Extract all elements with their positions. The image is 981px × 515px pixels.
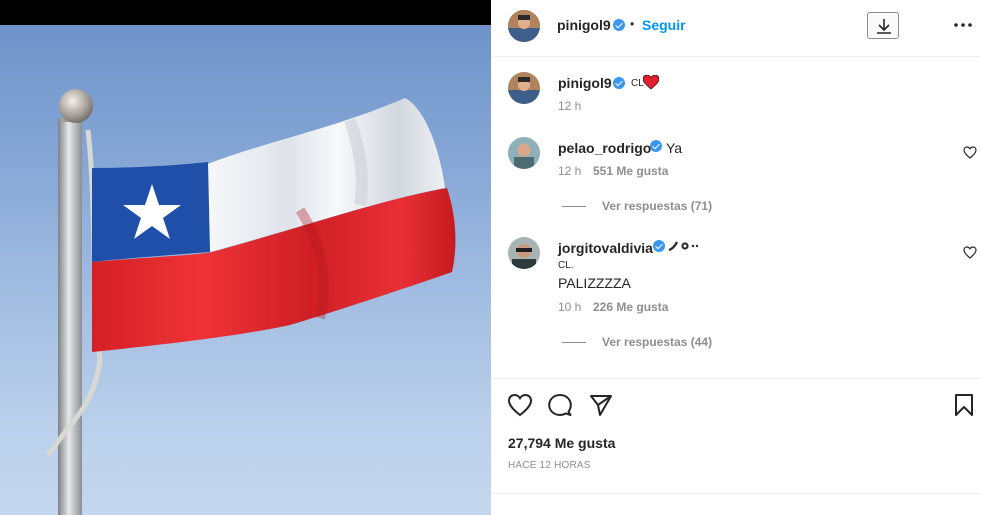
share-icon xyxy=(590,395,612,416)
verified-badge-icon xyxy=(613,19,625,31)
comment-username[interactable]: jorgitovaldivia xyxy=(558,240,653,256)
verified-badge-icon xyxy=(653,240,665,252)
comment-time[interactable]: 10 h xyxy=(558,300,581,314)
comment-button[interactable] xyxy=(547,393,573,417)
comment-like-heart-icon[interactable] xyxy=(963,146,977,159)
comment-text: Ya xyxy=(666,140,683,156)
download-button[interactable] xyxy=(867,12,899,39)
post-details-panel: pinigol9 • Seguir pinigol9 CL 12 h pelao… xyxy=(491,0,981,515)
bookmark-icon xyxy=(955,394,973,416)
header-username[interactable]: pinigol9 xyxy=(557,17,611,33)
comment-username[interactable]: pelao_rodrigo xyxy=(558,140,651,156)
view-replies-button[interactable]: Ver respuestas (44) xyxy=(602,335,712,349)
avatar-photo xyxy=(508,137,540,169)
footer-divider xyxy=(491,493,981,494)
actions-divider xyxy=(491,378,981,379)
chile-flag-illustration xyxy=(45,89,456,515)
verified-badge-icon xyxy=(650,140,662,152)
caption-username[interactable]: pinigol9 xyxy=(558,75,612,91)
header-separator: • xyxy=(630,17,635,31)
comment-likes[interactable]: 551 Me gusta xyxy=(593,164,668,178)
download-icon xyxy=(877,19,891,34)
save-button[interactable] xyxy=(953,393,975,417)
caption-avatar[interactable] xyxy=(508,72,540,104)
comment-likes[interactable]: 226 Me gusta xyxy=(593,300,668,314)
red-heart-emoji-icon xyxy=(643,75,659,90)
caption-text: CL xyxy=(631,78,644,89)
post-likes-count[interactable]: 27,794 Me gusta xyxy=(508,435,615,451)
more-options-icon xyxy=(954,23,972,27)
replies-line xyxy=(562,206,586,207)
comment-time[interactable]: 12 h xyxy=(558,164,581,178)
comment-avatar-pelao[interactable] xyxy=(508,137,540,169)
avatar-photo xyxy=(508,237,540,269)
emoji-pepper-eyes-icon xyxy=(668,241,698,252)
comment-prefix-text: CL. xyxy=(558,260,574,271)
author-avatar[interactable] xyxy=(508,10,540,42)
like-button[interactable] xyxy=(507,393,533,417)
more-options-button[interactable] xyxy=(951,15,975,35)
header-divider xyxy=(491,56,981,57)
avatar-photo xyxy=(508,72,540,104)
post-image[interactable] xyxy=(0,0,491,515)
share-button[interactable] xyxy=(588,393,614,417)
replies-line xyxy=(562,342,586,343)
post-date[interactable]: HACE 12 HORAS xyxy=(508,460,591,471)
view-replies-button[interactable]: Ver respuestas (71) xyxy=(602,199,712,213)
comment-icon xyxy=(548,394,572,416)
caption-time[interactable]: 12 h xyxy=(558,99,581,113)
verified-badge-icon xyxy=(613,77,625,89)
comment-avatar-jorgito[interactable] xyxy=(508,237,540,269)
avatar-photo xyxy=(508,10,540,42)
comment-text: PALIZZZZA xyxy=(558,275,631,291)
comment-like-heart-icon[interactable] xyxy=(963,246,977,259)
follow-button[interactable]: Seguir xyxy=(642,17,686,33)
heart-icon xyxy=(507,393,533,417)
